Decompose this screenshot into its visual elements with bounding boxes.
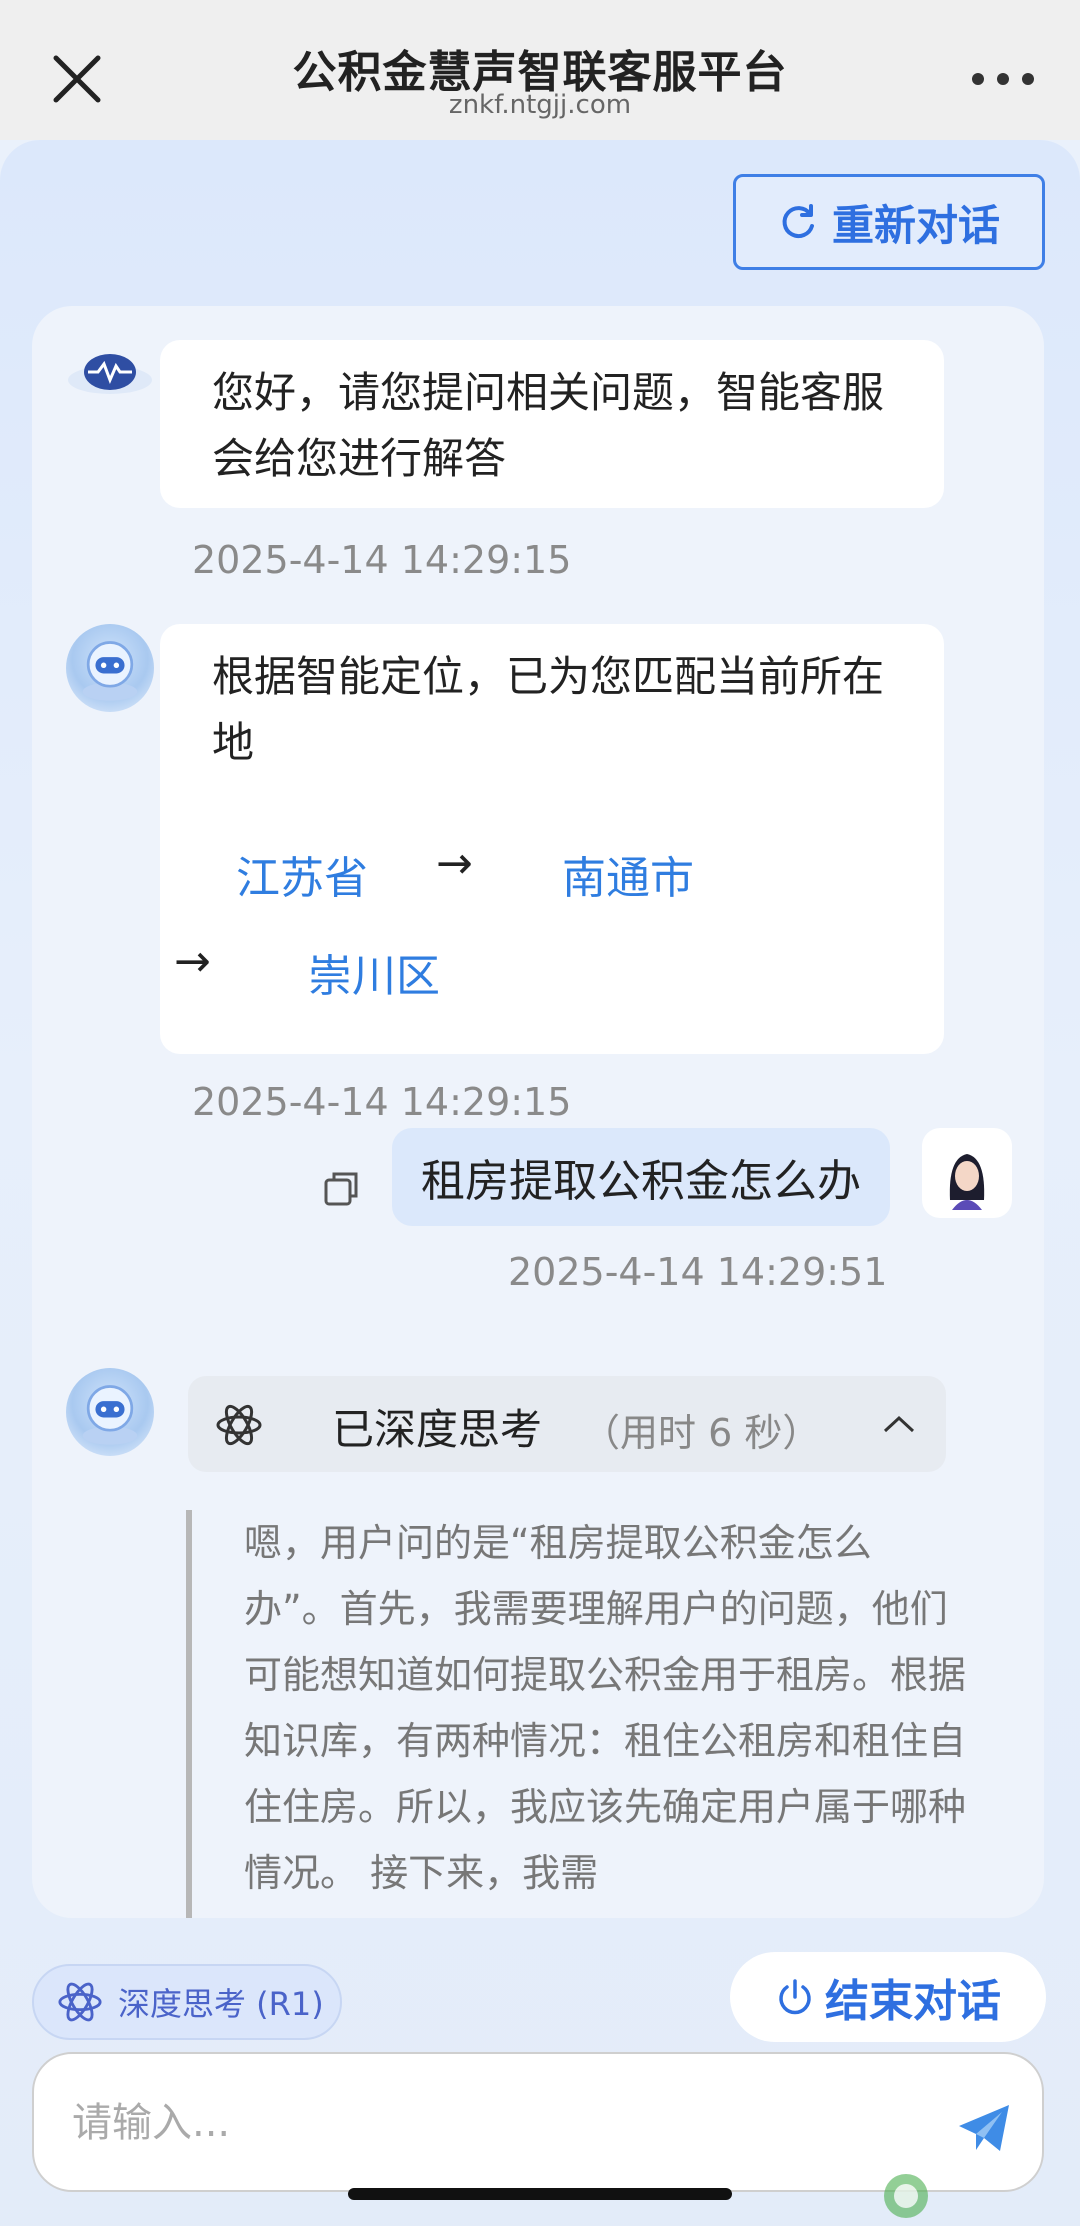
thinking-header[interactable]: 已深度思考 （用时 6 秒） [188,1376,946,1472]
more-options-icon[interactable] [972,64,1034,94]
copy-icon[interactable] [322,1168,362,1208]
message-input[interactable] [70,2084,934,2162]
watermark-logo [878,2166,1078,2224]
thinking-title: 已深度思考 [332,1405,543,1454]
city-link[interactable]: 南通市 [562,842,694,906]
deep-think-label: 深度思考 (R1) [118,1985,324,2023]
user-question-text: 租房提取公积金怎么办 [421,1156,861,1207]
thinking-text: 嗯，用户问的是“租房提取公积金怎么办”。首先，我需要理解用户的问题，他们可能想知… [244,1521,967,1895]
bot-greeting-bubble: 您好，请您提问相关问题，智能客服会给您进行解答 [160,340,944,508]
deep-think-toggle[interactable]: 深度思考 (R1) [32,1964,342,2040]
top-bar: 公积金慧声智联客服平台 znkf.ntgjj.com [0,0,1080,140]
user-avatar [922,1128,1012,1218]
bot-location-bubble: 根据智能定位，已为您匹配当前所在地 [160,624,944,1054]
arrow-icon: → [174,936,211,987]
atom-icon [216,1404,262,1446]
greeting-text: 您好，请您提问相关问题，智能客服会给您进行解答 [212,368,885,483]
restart-conversation-button[interactable]: 重新对话 [733,174,1045,270]
location-timestamp: 2025-4-14 14:29:15 [192,1080,572,1124]
bot-logo-avatar [62,336,158,416]
thinking-duration: （用时 6 秒） [582,1411,821,1455]
atom-icon [58,1982,102,2022]
restart-label: 重新对话 [831,200,1000,250]
arrow-icon: → [436,838,473,889]
page-url: znkf.ntgjj.com [448,90,632,120]
bot-robot-avatar [66,624,154,712]
power-icon [779,1979,811,2015]
chevron-up-icon[interactable] [882,1414,916,1434]
end-label: 结束对话 [825,1976,1001,2027]
send-icon[interactable] [956,2102,1012,2154]
greeting-timestamp: 2025-4-14 14:29:15 [192,538,572,582]
location-intro-text: 根据智能定位，已为您匹配当前所在地 [212,652,885,767]
thinking-content: 嗯，用户问的是“租房提取公积金怎么办”。首先，我需要理解用户的问题，他们可能想知… [186,1510,966,1918]
home-indicator [348,2188,732,2200]
user-timestamp: 2025-4-14 14:29:51 [508,1250,888,1294]
province-link[interactable]: 江苏省 [236,842,368,906]
page: 公积金慧声智联客服平台 znkf.ntgjj.com 重新对话 您好，请您提问相… [0,0,1080,2226]
refresh-icon [782,204,814,239]
chat-panel[interactable]: 您好，请您提问相关问题，智能客服会给您进行解答 2025-4-14 14:29:… [32,306,1044,1918]
end-conversation-button[interactable]: 结束对话 [730,1952,1046,2042]
bot-robot-avatar [66,1368,154,1456]
district-link[interactable]: 崇川区 [308,940,440,1004]
user-message-bubble: 租房提取公积金怎么办 [392,1128,890,1226]
